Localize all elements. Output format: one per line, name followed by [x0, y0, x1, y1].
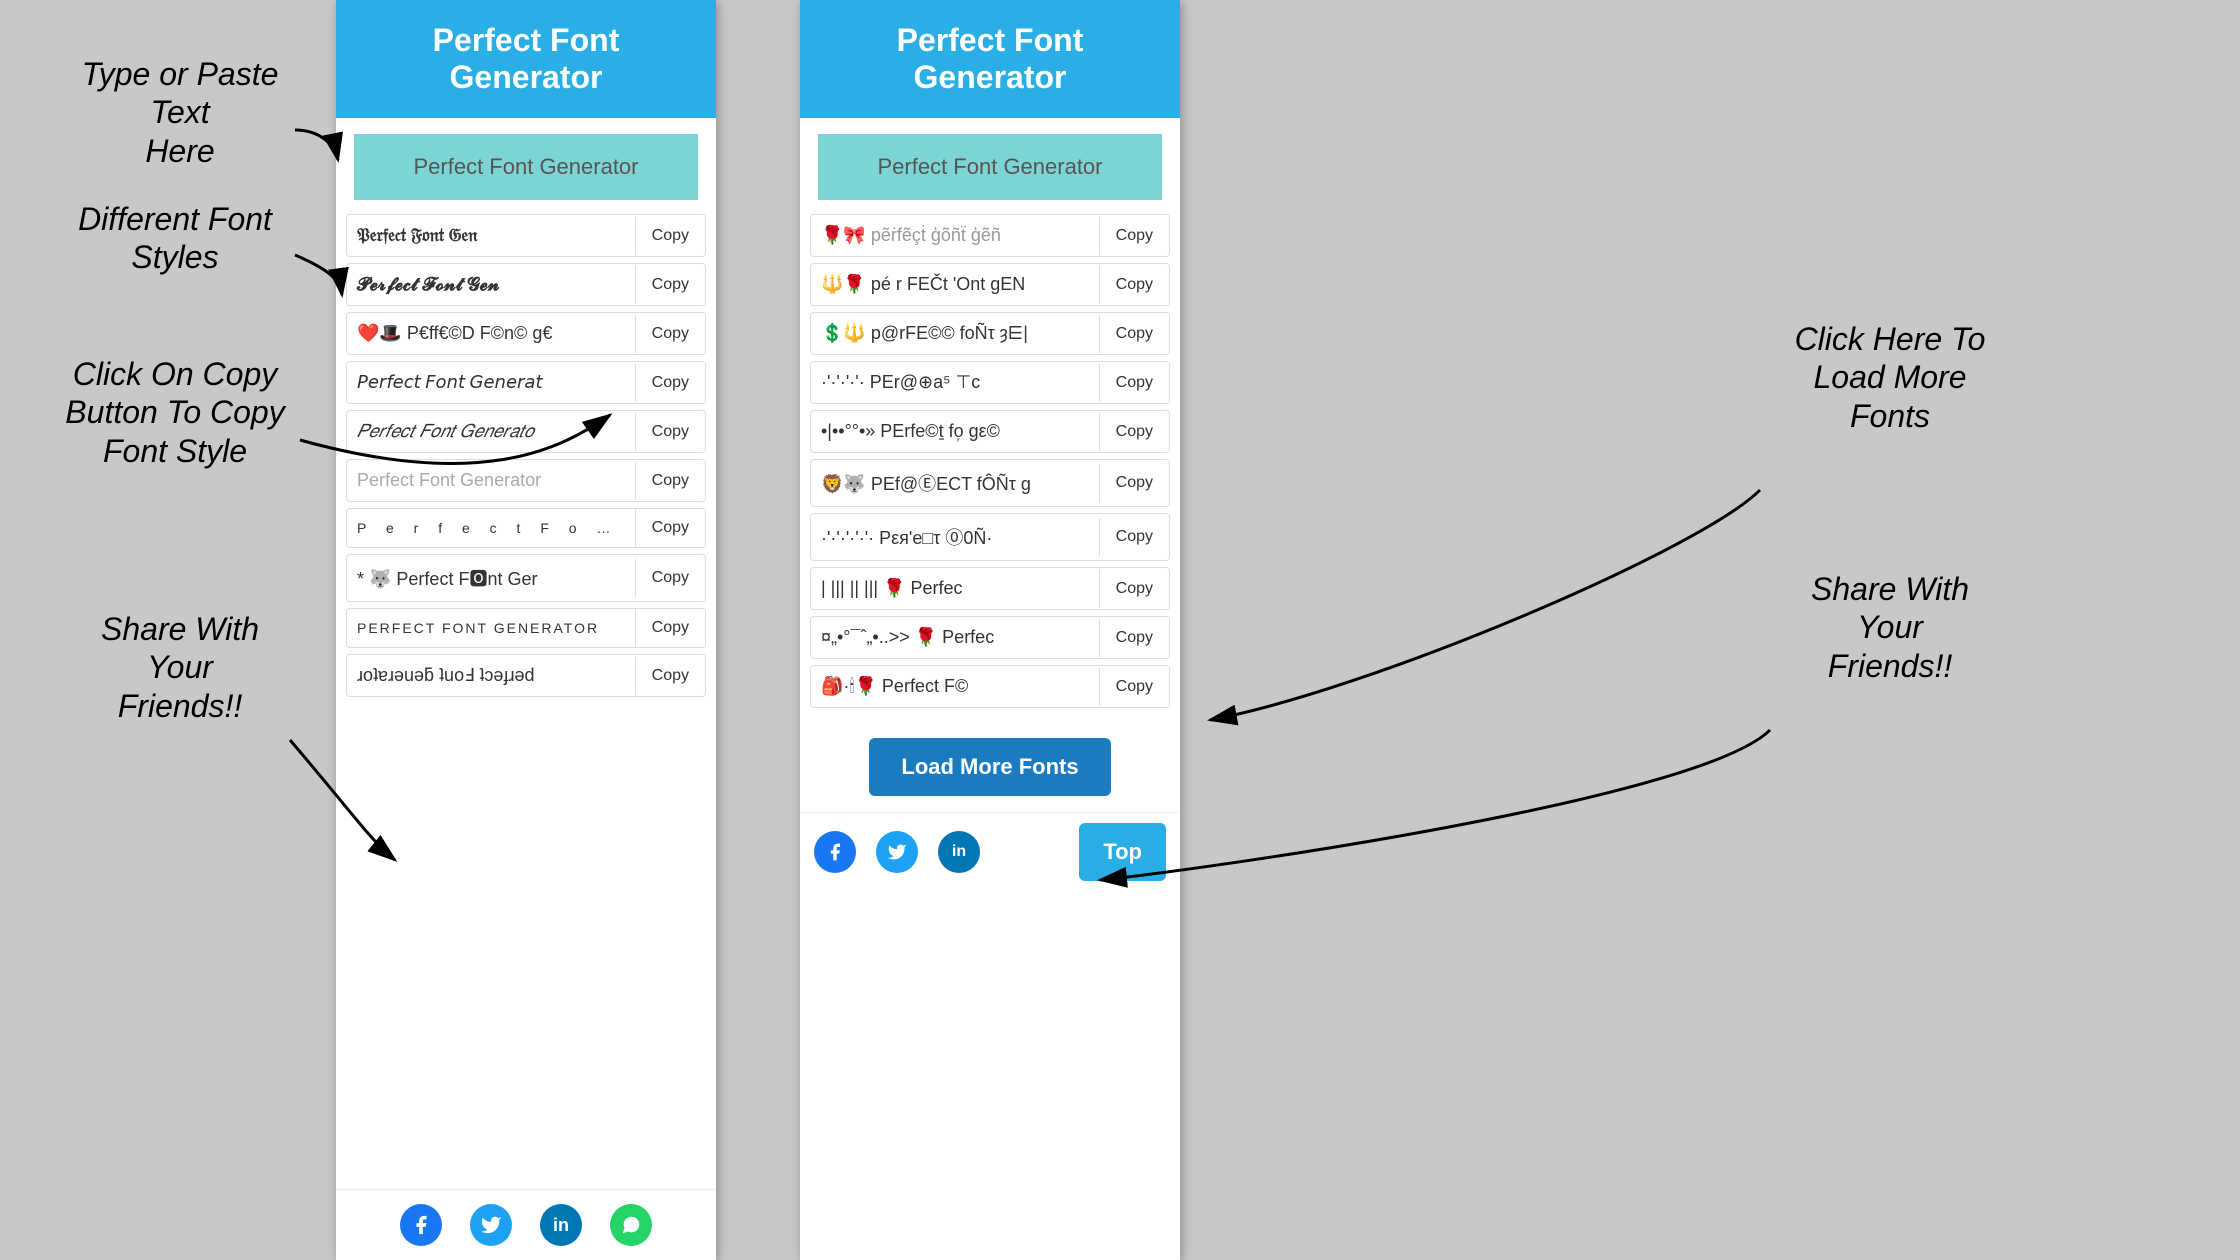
- table-row: ·'·'·'·'·'· Ρεя'е□τ ⓪0Ñ· Copy: [810, 513, 1170, 561]
- table-row: ·'·'·'·'· ΡΕr@⊕a⁵ ⊤c Copy: [810, 361, 1170, 404]
- right-linkedin-share-button[interactable]: in: [938, 831, 980, 873]
- font-style-2: 𝓟𝓮𝓻𝓯𝓮𝓬𝓽 𝓕𝓸𝓷𝓽 𝓖𝓮𝓷: [347, 264, 635, 305]
- right-share-icons: in: [814, 831, 980, 873]
- annotation-type: Type or Paste TextHere: [50, 55, 310, 170]
- font-style-r6: ·'·'·'·'·'· Ρεя'е□τ ⓪0Ñ·: [811, 514, 1099, 560]
- copy-button-4[interactable]: Copy: [635, 364, 705, 402]
- copy-button-r6[interactable]: Copy: [1099, 518, 1169, 556]
- left-text-input[interactable]: [354, 134, 698, 200]
- left-phone-panel: Perfect Font Generator 𝔓𝔢𝔯𝔣𝔢𝔠𝔱 𝔉𝔬𝔫𝔱 𝔊𝔢𝔫 …: [336, 0, 716, 1260]
- twitter-share-button[interactable]: [470, 1204, 512, 1246]
- copy-button-2[interactable]: Copy: [635, 266, 705, 304]
- copy-button-r0[interactable]: Copy: [1099, 217, 1169, 255]
- annotation-share-right: Share WithYourFriends!!: [1750, 570, 2030, 685]
- copy-button-r9[interactable]: Copy: [1099, 668, 1169, 706]
- copy-button-r5[interactable]: Copy: [1099, 464, 1169, 502]
- copy-button-r4[interactable]: Copy: [1099, 413, 1169, 451]
- font-style-r1: 🔱🌹 pé r FEČt 'Ont gEN: [811, 264, 1099, 305]
- font-style-r8: ¤„•°¯ˆ„•..>> 🌹 Perfec: [811, 617, 1099, 658]
- table-row: 💲🔱 p@rFE©© foÑτ ȝ⋿| Copy: [810, 312, 1170, 355]
- right-phone-panel: Perfect Font Generator 🌹🎀 pẽṙfẽçṫ ģõñẗ ģ…: [800, 0, 1180, 1260]
- table-row: 🌹🎀 pẽṙfẽçṫ ģõñẗ ģẽñ Copy: [810, 214, 1170, 257]
- copy-button-9[interactable]: Copy: [635, 609, 705, 647]
- table-row: ɹoʇɐɹǝuǝƃ ʇuoℲ ʇɔǝɟɹǝd Copy: [346, 654, 706, 697]
- right-facebook-share-button[interactable]: [814, 831, 856, 873]
- copy-button-r7[interactable]: Copy: [1099, 570, 1169, 608]
- table-row: 𝔓𝔢𝔯𝔣𝔢𝔠𝔱 𝔉𝔬𝔫𝔱 𝔊𝔢𝔫 Copy: [346, 214, 706, 257]
- copy-button-6[interactable]: Copy: [635, 462, 705, 500]
- load-more-button[interactable]: Load More Fonts: [869, 738, 1110, 796]
- copy-button-1[interactable]: Copy: [635, 217, 705, 255]
- annotation-share-left: Share WithYourFriends!!: [60, 610, 300, 725]
- copy-button-10[interactable]: Copy: [635, 657, 705, 695]
- font-style-10: ɹoʇɐɹǝuǝƃ ʇuoℲ ʇɔǝɟɹǝd: [347, 655, 635, 696]
- copy-button-r2[interactable]: Copy: [1099, 315, 1169, 353]
- copy-button-r1[interactable]: Copy: [1099, 266, 1169, 304]
- font-style-r5: 🦁🐺 ΡΕf@ⒺECT fÔÑτ g: [811, 460, 1099, 506]
- table-row: •|••°°•» ΡΕrfe©ṯ fo᷊ gε© Copy: [810, 410, 1170, 453]
- annotation-copy: Click On CopyButton To CopyFont Style: [40, 355, 310, 470]
- font-style-r7: | ||| || ||| 🌹 Perfec: [811, 568, 1099, 609]
- right-font-list: 🌹🎀 pẽṙfẽçṫ ģõñẗ ģẽñ Copy 🔱🌹 pé r FEČt 'O…: [800, 210, 1180, 718]
- table-row: 𝓟𝓮𝓻𝓯𝓮𝓬𝓽 𝓕𝓸𝓷𝓽 𝓖𝓮𝓷 Copy: [346, 263, 706, 306]
- left-panel-header: Perfect Font Generator: [336, 0, 716, 118]
- whatsapp-share-button[interactable]: [610, 1204, 652, 1246]
- font-style-r0: 🌹🎀 pẽṙfẽçṫ ģõñẗ ģẽñ: [811, 215, 1099, 256]
- font-style-8: * 🐺 Perfect F🅾nt Ger: [347, 555, 635, 601]
- copy-button-r8[interactable]: Copy: [1099, 619, 1169, 657]
- left-share-bar: in: [336, 1189, 716, 1260]
- right-panel-header: Perfect Font Generator: [800, 0, 1180, 118]
- facebook-share-button[interactable]: [400, 1204, 442, 1246]
- annotation-load-more: Click Here ToLoad MoreFonts: [1750, 320, 2030, 435]
- table-row: 𝑃𝑒𝑟𝑓𝑒𝑐𝑡 𝐹𝑜𝑛𝑡 𝐺𝑒𝑛𝑒𝑟𝑎𝑡𝑜 Copy: [346, 410, 706, 453]
- copy-button-5[interactable]: Copy: [635, 413, 705, 451]
- copy-button-3[interactable]: Copy: [635, 315, 705, 353]
- table-row: Perfect Font Generator Copy: [346, 459, 706, 502]
- font-style-r3: ·'·'·'·'· ΡΕr@⊕a⁵ ⊤c: [811, 362, 1099, 403]
- table-row: | ||| || ||| 🌹 Perfec Copy: [810, 567, 1170, 610]
- right-text-input[interactable]: [818, 134, 1162, 200]
- table-row: 🦁🐺 ΡΕf@ⒺECT fÔÑτ g Copy: [810, 459, 1170, 507]
- font-style-3: ❤️🎩 P€ff€©D F©n© g€: [347, 313, 635, 354]
- table-row: ❤️🎩 P€ff€©D F©n© g€ Copy: [346, 312, 706, 355]
- linkedin-share-button[interactable]: in: [540, 1204, 582, 1246]
- copy-button-r3[interactable]: Copy: [1099, 364, 1169, 402]
- font-style-r9: 🎒·🕯🌹 Perfect F©: [811, 666, 1099, 707]
- font-style-7: P e r f e c t F o n t: [347, 510, 635, 546]
- right-twitter-share-button[interactable]: [876, 831, 918, 873]
- font-style-5: 𝑃𝑒𝑟𝑓𝑒𝑐𝑡 𝐹𝑜𝑛𝑡 𝐺𝑒𝑛𝑒𝑟𝑎𝑡𝑜: [347, 411, 635, 452]
- font-style-1: 𝔓𝔢𝔯𝔣𝔢𝔠𝔱 𝔉𝔬𝔫𝔱 𝔊𝔢𝔫: [347, 215, 635, 256]
- font-style-r2: 💲🔱 p@rFE©© foÑτ ȝ⋿|: [811, 313, 1099, 354]
- table-row: 🔱🌹 pé r FEČt 'Ont gEN Copy: [810, 263, 1170, 306]
- left-font-list: 𝔓𝔢𝔯𝔣𝔢𝔠𝔱 𝔉𝔬𝔫𝔱 𝔊𝔢𝔫 Copy 𝓟𝓮𝓻𝓯𝓮𝓬𝓽 𝓕𝓸𝓷𝓽 𝓖𝓮𝓷 C…: [336, 210, 716, 707]
- font-style-9: PERFECT FONT GENERATOR: [347, 610, 635, 646]
- font-style-4: 𝘗𝘦𝘳𝘧𝘦𝘤𝘵 𝘍𝘰𝘯𝘵 𝘎𝘦𝘯𝘦𝘳𝘢𝘵: [347, 362, 635, 403]
- annotation-fonts: Different FontStyles: [50, 200, 300, 277]
- right-bottom-bar: in Top: [800, 812, 1180, 891]
- table-row: ¤„•°¯ˆ„•..>> 🌹 Perfec Copy: [810, 616, 1170, 659]
- font-style-6: Perfect Font Generator: [347, 460, 635, 501]
- copy-button-8[interactable]: Copy: [635, 559, 705, 597]
- table-row: P e r f e c t F o n t Copy: [346, 508, 706, 548]
- table-row: 🎒·🕯🌹 Perfect F© Copy: [810, 665, 1170, 708]
- table-row: PERFECT FONT GENERATOR Copy: [346, 608, 706, 648]
- font-style-r4: •|••°°•» ΡΕrfe©ṯ fo᷊ gε©: [811, 411, 1099, 452]
- table-row: 𝘗𝘦𝘳𝘧𝘦𝘤𝘵 𝘍𝘰𝘯𝘵 𝘎𝘦𝘯𝘦𝘳𝘢𝘵 Copy: [346, 361, 706, 404]
- copy-button-7[interactable]: Copy: [635, 509, 705, 547]
- top-button[interactable]: Top: [1079, 823, 1166, 881]
- table-row: * 🐺 Perfect F🅾nt Ger Copy: [346, 554, 706, 602]
